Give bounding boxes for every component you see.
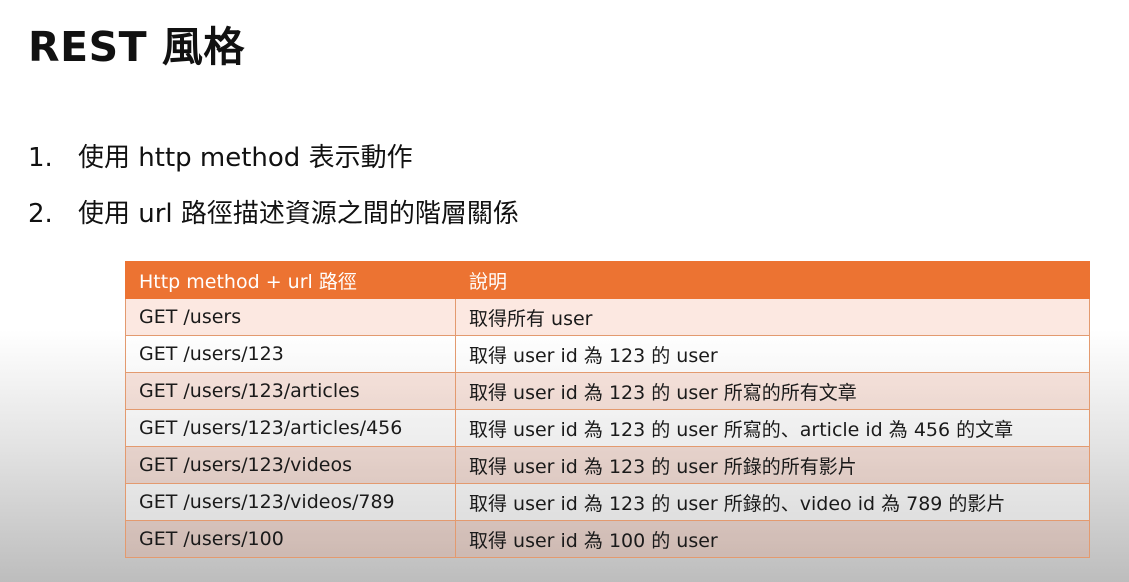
cell-method: GET /users/123/articles/456 bbox=[125, 409, 456, 447]
cell-method: GET /users/100 bbox=[125, 520, 456, 558]
table-header-row: Http method + url 路徑 說明 bbox=[125, 261, 1090, 299]
cell-description: 取得 user id 為 123 的 user 所寫的、article id 為… bbox=[455, 409, 1090, 447]
table-row: GET /users 取得所有 user bbox=[125, 298, 1090, 336]
list-item-text: 使用 url 路徑描述資源之間的階層關係 bbox=[78, 199, 519, 229]
list-item-text: 使用 http method 表示動作 bbox=[78, 143, 413, 173]
table-row: GET /users/123/articles/456 取得 user id 為… bbox=[125, 409, 1090, 447]
cell-method: GET /users bbox=[125, 298, 456, 336]
cell-description: 取得 user id 為 123 的 user bbox=[455, 335, 1090, 373]
list-item-number: 2. bbox=[28, 199, 53, 229]
table-row: GET /users/123/articles 取得 user id 為 123… bbox=[125, 372, 1090, 410]
cell-description: 取得 user id 為 100 的 user bbox=[455, 520, 1090, 558]
bullet-list: 1. 使用 http method 表示動作 2. 使用 url 路徑描述資源之間的… bbox=[28, 140, 519, 252]
table-row: GET /users/123 取得 user id 為 123 的 user bbox=[125, 335, 1090, 373]
cell-method: GET /users/123/videos bbox=[125, 446, 456, 484]
cell-description: 取得 user id 為 123 的 user 所錄的所有影片 bbox=[455, 446, 1090, 484]
list-item: 1. 使用 http method 表示動作 bbox=[28, 140, 519, 176]
cell-description: 取得所有 user bbox=[455, 298, 1090, 336]
cell-method: GET /users/123/videos/789 bbox=[125, 483, 456, 521]
column-header-method: Http method + url 路徑 bbox=[125, 261, 456, 299]
cell-description: 取得 user id 為 123 的 user 所寫的所有文章 bbox=[455, 372, 1090, 410]
list-item-number: 1. bbox=[28, 143, 53, 173]
cell-method: GET /users/123/articles bbox=[125, 372, 456, 410]
table-row: GET /users/123/videos 取得 user id 為 123 的… bbox=[125, 446, 1090, 484]
api-table: Http method + url 路徑 說明 GET /users 取得所有 … bbox=[125, 261, 1090, 558]
cell-method: GET /users/123 bbox=[125, 335, 456, 373]
slide-title: REST 風格 bbox=[28, 23, 245, 71]
cell-description: 取得 user id 為 123 的 user 所錄的、video id 為 7… bbox=[455, 483, 1090, 521]
list-item: 2. 使用 url 路徑描述資源之間的階層關係 bbox=[28, 196, 519, 232]
column-header-description: 說明 bbox=[455, 261, 1090, 299]
table-row: GET /users/123/videos/789 取得 user id 為 1… bbox=[125, 483, 1090, 521]
table-row: GET /users/100 取得 user id 為 100 的 user bbox=[125, 520, 1090, 558]
